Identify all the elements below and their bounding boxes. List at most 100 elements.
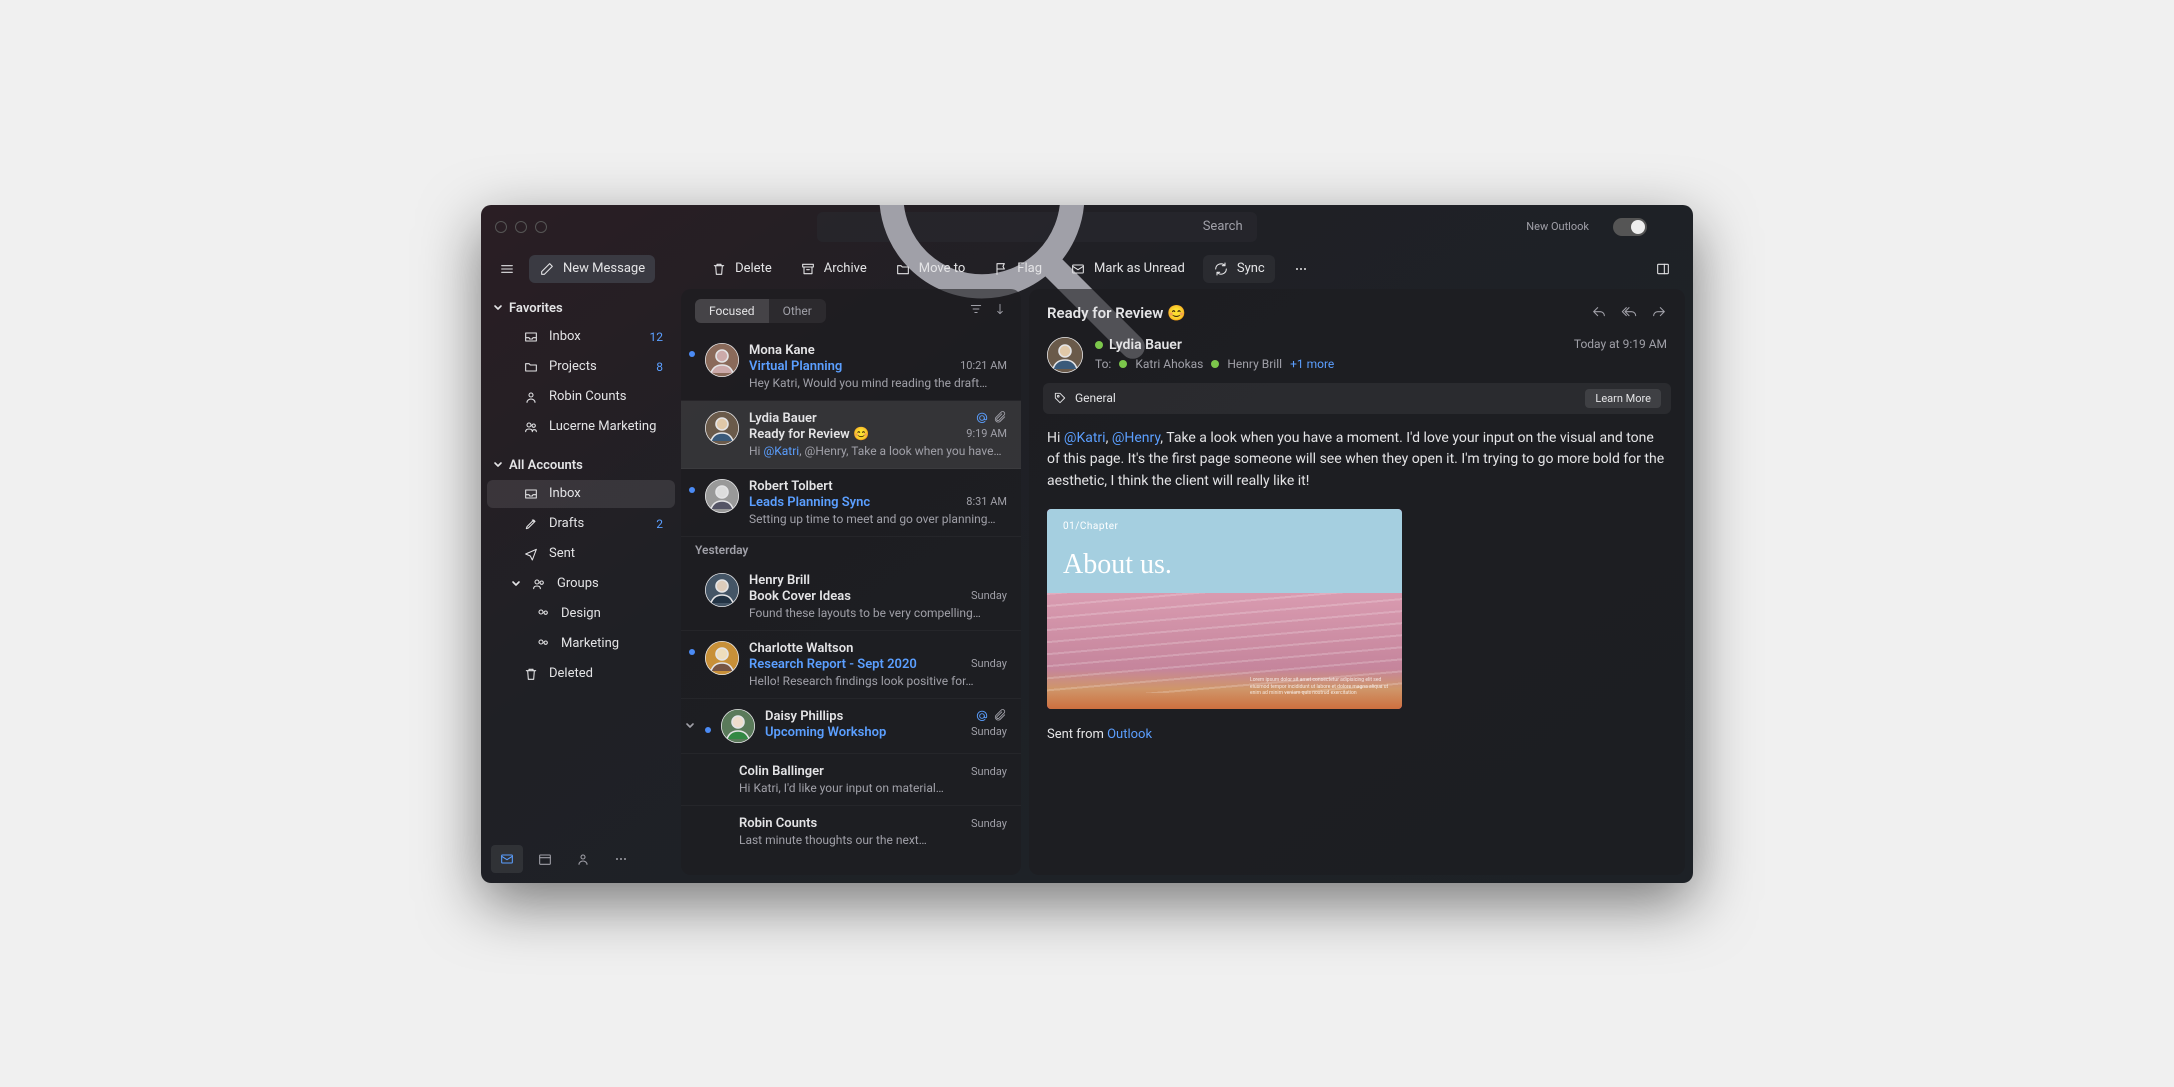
compose-icon (539, 261, 555, 277)
mention-link[interactable]: @Henry (1112, 430, 1160, 446)
group-icon (535, 606, 551, 622)
flag-button[interactable]: Flag (983, 255, 1052, 283)
more-recipients-link[interactable]: +1 more (1290, 357, 1334, 371)
panel-toggle-button[interactable] (1645, 255, 1681, 283)
thread-expand[interactable] (689, 709, 695, 743)
email-timestamp: Today at 9:19 AM (1574, 337, 1667, 351)
avatar (721, 709, 755, 743)
sync-icon (1213, 261, 1229, 277)
email-subject: Ready for Review 😊 (1047, 304, 1186, 322)
archive-icon (800, 261, 816, 277)
mark-unread-button[interactable]: Mark as Unread (1060, 255, 1195, 283)
app-body: Favorites Inbox12 Projects8 Robin Counts… (481, 289, 1693, 883)
flag-icon (993, 261, 1009, 277)
calendar-app-icon[interactable] (529, 845, 561, 873)
outlook-link[interactable]: Outlook (1107, 727, 1152, 742)
unread-dot (705, 727, 711, 733)
message-item[interactable]: Robert Tolbert Leads Planning Sync8:31 A… (681, 469, 1021, 537)
all-accounts-section-header[interactable]: All Accounts (481, 452, 681, 479)
inline-image[interactable]: 01/Chapter About us. Lorem ipsum dolor s… (1047, 509, 1402, 709)
reply-all-button[interactable] (1621, 303, 1637, 323)
sort-button[interactable] (993, 301, 1007, 320)
attachment-icon (993, 411, 1007, 425)
sidebar-sent[interactable]: Sent (487, 540, 675, 568)
people-app-icon[interactable] (567, 845, 599, 873)
sidebar-favorite-person[interactable]: Robin Counts (487, 383, 675, 411)
sidebar-drafts[interactable]: Drafts2 (487, 510, 675, 538)
sidebar-inbox[interactable]: Inbox (487, 480, 675, 508)
move-to-button[interactable]: Move to (885, 255, 976, 283)
trash-icon (523, 666, 539, 682)
trash-icon (711, 261, 727, 277)
message-item[interactable]: Daisy Phillips Upcoming WorkshopSunday (681, 699, 1021, 754)
panel-icon (1655, 261, 1671, 277)
avatar (705, 343, 739, 377)
mail-app-icon[interactable] (491, 845, 523, 873)
unread-dot (689, 351, 695, 357)
hamburger-button[interactable] (493, 255, 521, 283)
presence-indicator (1119, 360, 1127, 368)
mention-icon (975, 709, 989, 723)
sender-block: Lydia Bauer To: Katri Ahokas Henry Brill… (1029, 331, 1685, 383)
sidebar-groups[interactable]: Groups (487, 570, 675, 598)
person-icon (523, 389, 539, 405)
folder-move-icon (895, 261, 911, 277)
group-icon (523, 419, 539, 435)
mention-link[interactable]: @Katri (1064, 430, 1106, 446)
delete-button[interactable]: Delete (701, 255, 782, 283)
close-window-button[interactable] (495, 221, 507, 233)
message-list-header: Focused Other (681, 289, 1021, 333)
more-apps-icon[interactable] (605, 845, 637, 873)
recipients-line: To: Katri Ahokas Henry Brill +1 more (1095, 357, 1562, 371)
avatar (705, 411, 739, 445)
minimize-window-button[interactable] (515, 221, 527, 233)
sync-button[interactable]: Sync (1203, 255, 1275, 283)
unread-dot (689, 487, 695, 493)
more-actions-button[interactable] (1283, 255, 1319, 283)
avatar (705, 479, 739, 513)
reading-pane-header: Ready for Review 😊 (1029, 289, 1685, 331)
presence-indicator (1211, 360, 1219, 368)
favorites-section-header[interactable]: Favorites (481, 295, 681, 322)
sent-icon (523, 546, 539, 562)
mail-icon (1070, 261, 1086, 277)
focused-other-tabs: Focused Other (695, 299, 826, 323)
learn-more-button[interactable]: Learn More (1585, 389, 1661, 408)
archive-button[interactable]: Archive (790, 255, 877, 283)
sidebar-favorite-inbox[interactable]: Inbox12 (487, 323, 675, 351)
main-toolbar: New Message Delete Archive Move to Flag … (481, 249, 1693, 289)
unread-dot (689, 649, 695, 655)
reply-button[interactable] (1591, 303, 1607, 323)
folder-icon (523, 359, 539, 375)
reading-pane: Ready for Review 😊 Lydia Bauer To: Katri… (1029, 289, 1685, 875)
sender-avatar (1047, 337, 1083, 373)
forward-button[interactable] (1651, 303, 1667, 323)
other-tab[interactable]: Other (769, 299, 826, 323)
sidebar-deleted[interactable]: Deleted (487, 660, 675, 688)
new-message-label: New Message (563, 261, 645, 276)
titlebar: Search New Outlook (481, 205, 1693, 249)
new-outlook-label: New Outlook (1526, 220, 1589, 233)
message-item[interactable]: Charlotte Waltson Research Report - Sept… (681, 631, 1021, 699)
sidebar-favorite-projects[interactable]: Projects8 (487, 353, 675, 381)
message-item[interactable]: Mona Kane Virtual Planning10:21 AM Hey K… (681, 333, 1021, 401)
more-icon (1293, 261, 1309, 277)
sidebar-group-design[interactable]: Design (487, 600, 675, 628)
presence-indicator (1095, 341, 1103, 349)
window-controls (495, 221, 547, 233)
message-item[interactable]: Henry Brill Book Cover IdeasSunday Found… (681, 563, 1021, 631)
message-item[interactable]: Lydia Bauer Ready for Review 😊9:19 AM Hi… (681, 401, 1021, 469)
email-body: Hi @Katri, @Henry, Take a look when you … (1029, 424, 1685, 763)
group-icon (531, 576, 547, 592)
filter-button[interactable] (969, 301, 983, 320)
new-outlook-toggle[interactable] (1613, 218, 1647, 236)
sidebar-group-marketing[interactable]: Marketing (487, 630, 675, 658)
focused-tab[interactable]: Focused (695, 299, 769, 323)
message-item[interactable]: Robin CountsSunday Last minute thoughts … (681, 806, 1021, 857)
search-field[interactable]: Search (817, 212, 1257, 242)
zoom-window-button[interactable] (535, 221, 547, 233)
message-item[interactable]: Colin BallingerSunday Hi Katri, I'd like… (681, 754, 1021, 806)
new-message-button[interactable]: New Message (529, 255, 655, 283)
sidebar-favorite-group[interactable]: Lucerne Marketing (487, 413, 675, 441)
category-bar: General Learn More (1043, 383, 1671, 414)
